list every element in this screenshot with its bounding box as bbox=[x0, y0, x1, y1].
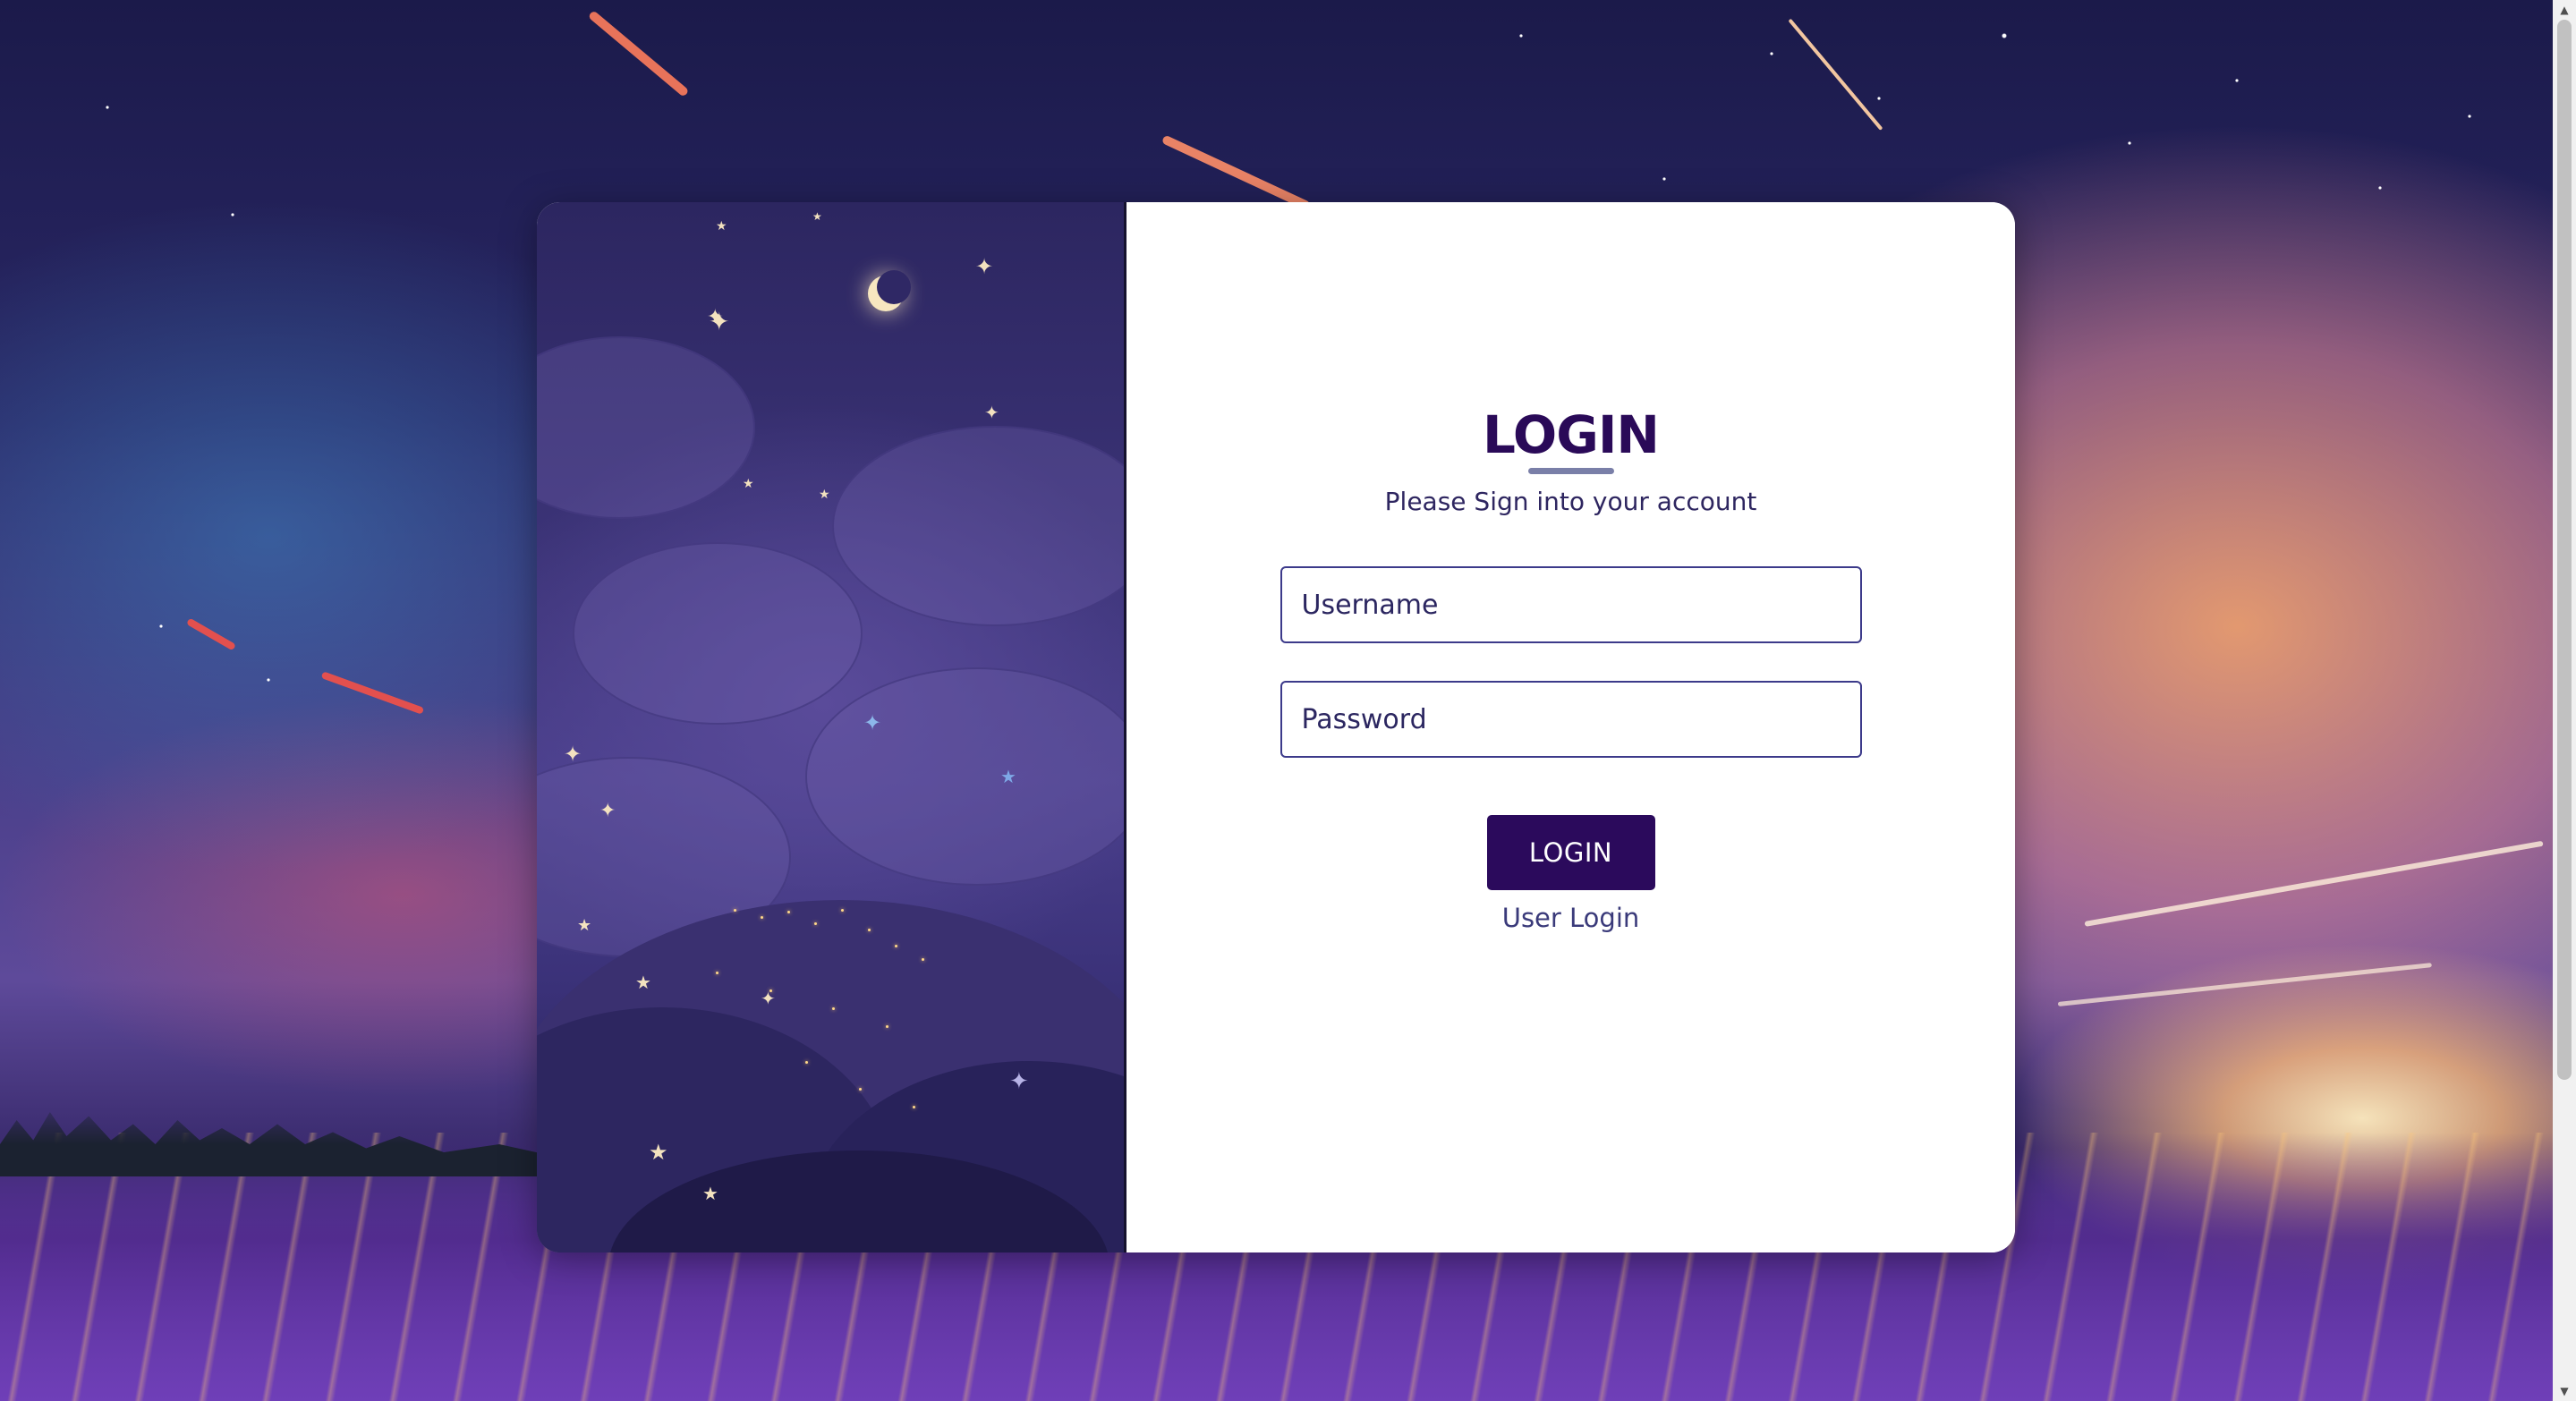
login-form: LOGIN Please Sign into your account LOGI… bbox=[1126, 403, 2015, 933]
star-icon: ★ bbox=[812, 210, 822, 223]
login-button[interactable]: LOGIN bbox=[1486, 815, 1655, 890]
star-icon: ✦ bbox=[975, 254, 994, 279]
village-light bbox=[832, 1007, 835, 1010]
village-light bbox=[734, 909, 736, 912]
village-light bbox=[886, 1025, 888, 1028]
village-light bbox=[922, 958, 924, 961]
star-icon: ✦ bbox=[709, 307, 730, 336]
star-icon: ★ bbox=[819, 488, 830, 502]
star-icon: ✦ bbox=[984, 402, 999, 423]
star-icon: ★ bbox=[716, 219, 727, 234]
moon-icon bbox=[868, 270, 911, 311]
star-icon: ★ bbox=[577, 916, 592, 935]
star-icon: ✦ bbox=[1009, 1068, 1029, 1095]
login-card: ✦ ★ ★ ✦ ✦ ★ ★ ✦ ✦ ✦ ✦ ★ ★ ★ ✦ ✦ ★ ★ LOGI… bbox=[537, 202, 2015, 1252]
star-icon: ✦ bbox=[863, 710, 882, 735]
illustration-cloud bbox=[805, 667, 1124, 886]
village-light bbox=[868, 929, 871, 931]
star-icon: ✦ bbox=[761, 988, 776, 1009]
star-icon: ★ bbox=[702, 1183, 718, 1204]
village-light bbox=[913, 1106, 915, 1108]
village-light bbox=[814, 922, 817, 925]
illustration-cloud bbox=[832, 426, 1124, 626]
village-light bbox=[841, 909, 844, 912]
village-light bbox=[805, 1061, 808, 1064]
village-light bbox=[859, 1088, 862, 1091]
star-icon: ★ bbox=[635, 972, 651, 993]
down-arrow-icon[interactable]: ▼ bbox=[2553, 1381, 2576, 1401]
vertical-scrollbar[interactable]: ▲ ▼ bbox=[2553, 0, 2576, 1401]
login-title: LOGIN bbox=[1483, 404, 1660, 465]
night-village-illustration: ✦ ★ ★ ✦ ✦ ★ ★ ✦ ✦ ✦ ✦ ★ ★ ★ ✦ ✦ ★ ★ bbox=[537, 202, 1126, 1252]
illustration-cloud bbox=[573, 542, 863, 725]
login-form-panel: LOGIN Please Sign into your account LOGI… bbox=[1126, 202, 2015, 1252]
login-subtitle: Please Sign into your account bbox=[1384, 487, 1757, 516]
village-light bbox=[761, 916, 763, 919]
star-icon: ★ bbox=[649, 1140, 668, 1165]
password-input[interactable] bbox=[1279, 681, 1862, 758]
star-icon: ★ bbox=[743, 477, 754, 491]
user-login-link[interactable]: User Login bbox=[1502, 903, 1640, 933]
star-icon: ✦ bbox=[599, 800, 616, 822]
village-light bbox=[769, 989, 772, 992]
login-page: ✦ ★ ★ ✦ ✦ ★ ★ ✦ ✦ ✦ ✦ ★ ★ ★ ✦ ✦ ★ ★ LOGI… bbox=[0, 0, 2576, 1401]
scrollbar-thumb[interactable] bbox=[2557, 20, 2572, 1080]
star-icon: ★ bbox=[1000, 766, 1016, 787]
village-light bbox=[895, 945, 897, 947]
village-light bbox=[787, 911, 790, 913]
up-arrow-icon[interactable]: ▲ bbox=[2553, 0, 2576, 20]
username-input[interactable] bbox=[1279, 566, 1862, 643]
title-underline bbox=[1527, 468, 1614, 474]
illustration-cloud bbox=[537, 336, 755, 519]
star-icon: ✦ bbox=[564, 742, 582, 767]
village-light bbox=[716, 972, 718, 974]
